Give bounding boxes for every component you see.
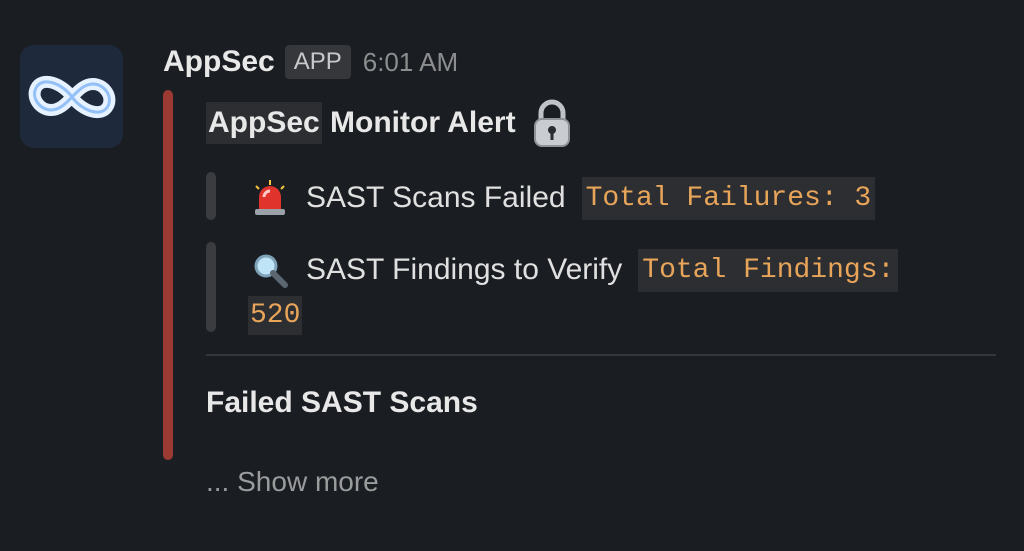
list-item: SAST Findings to Verify Total Findings: xyxy=(248,246,899,294)
app-badge: APP xyxy=(284,45,351,79)
avatar[interactable] xyxy=(20,45,123,148)
list-item-label: SAST Scans Failed xyxy=(306,181,566,214)
attachment-accent-bar xyxy=(163,90,173,460)
sender-name[interactable]: AppSec xyxy=(163,45,275,79)
padlock-icon xyxy=(526,97,578,149)
quote-bar xyxy=(206,172,216,220)
divider xyxy=(206,354,996,356)
list-item-label: SAST Findings to Verify xyxy=(306,253,623,286)
inline-code: Total Failures: 3 xyxy=(581,176,876,220)
section-title: Failed SAST Scans xyxy=(206,386,478,419)
timestamp[interactable]: 6:01 AM xyxy=(363,47,458,78)
quote-bar xyxy=(206,242,216,332)
inline-code-continuation: 520 xyxy=(248,296,303,335)
message-header: AppSec APP 6:01 AM xyxy=(163,40,458,84)
show-more-link[interactable]: ... Show more xyxy=(206,466,379,498)
list-item: SAST Scans Failed Total Failures: 3 xyxy=(248,174,876,222)
rotating-light-icon xyxy=(248,179,292,217)
magnifying-glass-icon xyxy=(248,251,292,289)
infinity-icon xyxy=(28,75,115,118)
inline-code: Total Findings: xyxy=(638,248,899,292)
alert-title-prefix: AppSec xyxy=(206,102,322,144)
alert-title-rest: Monitor Alert xyxy=(321,106,516,139)
alert-title: AppSec Monitor Alert xyxy=(206,96,578,150)
